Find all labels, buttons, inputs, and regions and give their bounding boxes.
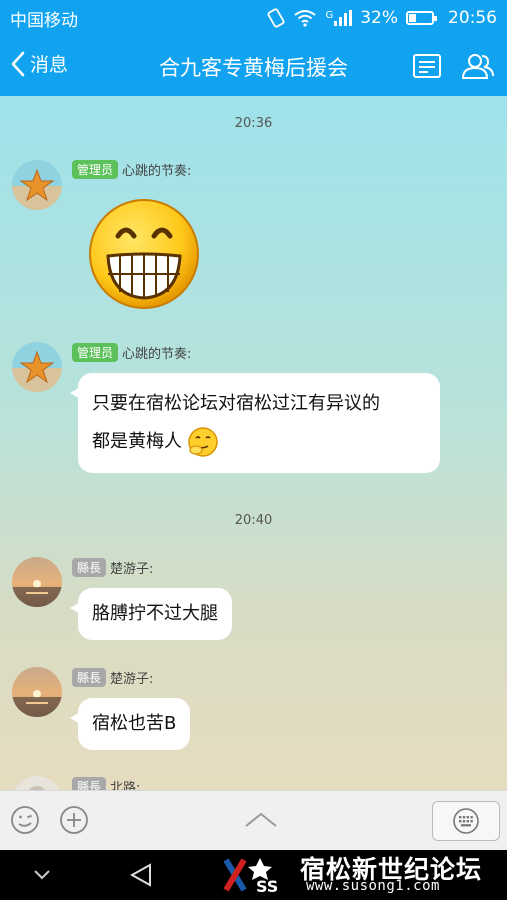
logo-text: SS [256, 877, 278, 896]
role-badge: 縣長 [72, 777, 107, 790]
sender-line: 管理员 心跳的节奏: [72, 160, 191, 179]
wifi-icon [294, 10, 317, 27]
plus-icon[interactable] [59, 805, 89, 835]
emoji-icon[interactable] [10, 805, 40, 835]
sender-name: 心跳的节奏: [122, 164, 192, 179]
avatar[interactable] [12, 342, 62, 392]
message-text: 都是黄梅人 [92, 431, 182, 452]
avatar-image-icon [12, 776, 62, 790]
chat-history[interactable]: 20:36 管理员 心跳的节奏: 管理员 心跳的节奏: 只要在宿松论坛对宿松过江… [0, 96, 507, 790]
message-bubble[interactable]: 胳膊拧不过大腿 [70, 588, 232, 640]
network-type: G [325, 10, 334, 21]
chevron-up-icon[interactable] [244, 811, 278, 829]
grinning-face-sticker[interactable] [86, 196, 202, 312]
sender-name: 楚游子: [110, 672, 154, 687]
role-badge: 縣長 [72, 558, 107, 577]
message-text: 只要在宿松论坛对宿松过江有异议的 [92, 393, 380, 414]
keyboard-icon [453, 808, 479, 834]
message-text: 胳膊拧不过大腿 [92, 603, 218, 624]
group-members-icon[interactable] [460, 52, 496, 80]
signal-icon [334, 10, 353, 26]
avatar[interactable] [12, 160, 62, 210]
vibrate-icon [267, 8, 285, 28]
system-navigation-bar: SS 宿松新世纪论坛 www.susong1.com [0, 850, 507, 900]
sunset-avatar-icon [12, 667, 62, 717]
back-triangle-icon[interactable] [128, 862, 154, 888]
sender-line: 縣長 北路: [72, 777, 140, 790]
sender-name: 楚游子: [110, 562, 154, 577]
sender-name: 北路: [110, 781, 141, 790]
status-bar: 中国移动 G 32% 20:56 [0, 0, 507, 36]
role-badge: 管理员 [72, 343, 119, 362]
keyboard-toggle-button[interactable] [432, 801, 500, 841]
avatar[interactable] [12, 667, 62, 717]
sunset-avatar-icon [12, 557, 62, 607]
sender-line: 縣長 楚游子: [72, 558, 153, 577]
starfish-avatar-icon [12, 342, 62, 392]
sender-line: 管理员 心跳的节奏: [72, 343, 191, 362]
starfish-avatar-icon [12, 160, 62, 210]
chevron-down-icon[interactable] [32, 868, 52, 882]
timestamp: 20:40 [234, 513, 273, 528]
role-badge: 縣長 [72, 668, 107, 687]
battery-percent: 32% [360, 8, 398, 28]
message-bubble[interactable]: 宿松也苦B [69, 698, 191, 750]
carrier-name: 中国移动 [10, 10, 78, 31]
thinking-smiley-icon [188, 427, 218, 457]
input-toolbar [0, 790, 507, 850]
avatar[interactable] [12, 776, 62, 790]
role-badge: 管理员 [72, 160, 119, 179]
sender-line: 縣長 楚游子: [72, 668, 153, 687]
grinning-face-icon [89, 199, 199, 309]
timestamp: 20:36 [234, 116, 273, 131]
forum-url: www.susong1.com [306, 878, 440, 894]
avatar[interactable] [12, 557, 62, 607]
message-text: 宿松也苦B [92, 713, 177, 734]
clock: 20:56 [448, 8, 497, 28]
sender-name: 心跳的节奏: [122, 347, 192, 362]
message-bubble[interactable]: 只要在宿松论坛对宿松过江有异议的 都是黄梅人 [70, 373, 440, 473]
forum-watermark: SS 宿松新世纪论坛 www.susong1.com [220, 850, 507, 900]
group-notice-icon[interactable] [412, 52, 442, 80]
forum-logo-icon: SS [223, 858, 278, 896]
chat-header: 消息 合九客专黄梅后援会 [0, 36, 507, 96]
battery-icon [406, 11, 437, 25]
